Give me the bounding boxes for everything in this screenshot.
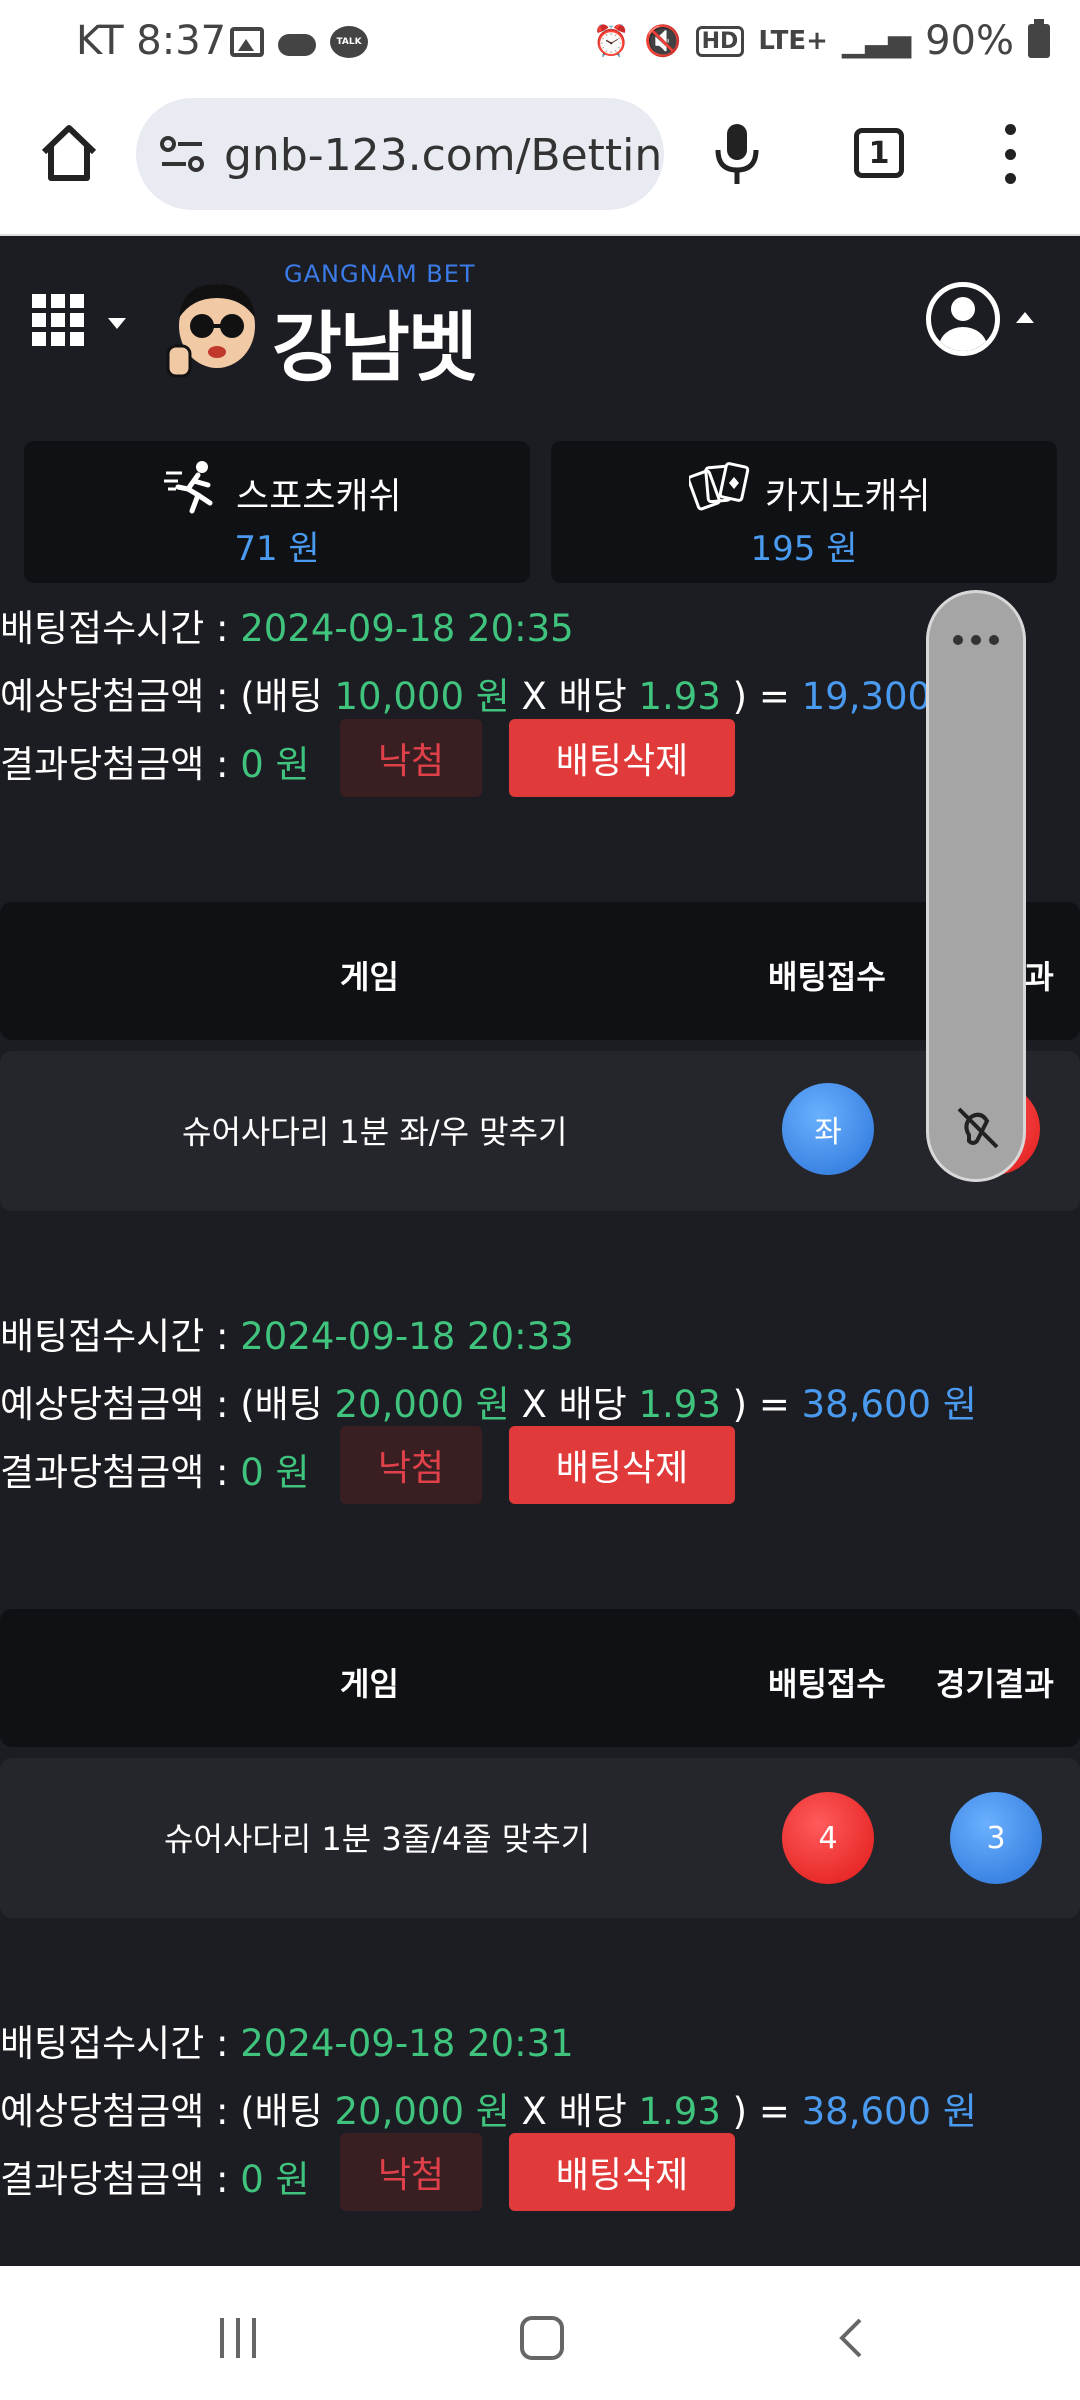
mascot-icon	[166, 284, 255, 378]
loss-badge: 낙첨	[340, 2133, 482, 2211]
cloud-icon	[278, 34, 316, 56]
more-icon[interactable]	[1000, 124, 1020, 184]
status-bar: KT 8:37 TALK ⏰ 🔇 HD LTE+ ▁▃▅ 90%	[0, 0, 1080, 92]
result-amount-row: 결과당첨금액 : 0 원	[0, 1451, 310, 1494]
col-bet: 배팅접수	[768, 958, 886, 996]
loss-badge: 낙첨	[340, 719, 482, 797]
recents-icon[interactable]	[220, 2318, 256, 2358]
nav-home-icon[interactable]	[520, 2316, 564, 2360]
user-caret-icon[interactable]	[1016, 312, 1034, 323]
col-game: 게임	[340, 958, 399, 996]
col-result: 경기결과	[936, 1665, 1054, 1703]
game-name: 슈어사다리 1분 좌/우 맞추기	[182, 1113, 568, 1151]
browser-toolbar: gnb-123.com/Betting 1	[0, 92, 1080, 236]
hd-icon: HD	[695, 25, 745, 57]
sports-cash-value: 71 원	[234, 529, 320, 569]
floating-panel[interactable]	[926, 590, 1026, 1182]
menu-grid-icon[interactable]	[32, 294, 84, 346]
menu-caret-icon[interactable]	[108, 318, 126, 329]
expected-amount-row: 예상당첨금액 : (배팅 20,000 원 X 배당 1.93 ) = 38,6…	[0, 2090, 977, 2133]
game-name: 슈어사다리 1분 3줄/4줄 맞추기	[164, 1820, 591, 1858]
bet-pick-ball: 4	[782, 1792, 874, 1884]
result-amount-row: 결과당첨금액 : 0 원	[0, 2158, 310, 2201]
result-amount-row: 결과당첨금액 : 0 원	[0, 743, 310, 786]
delete-bet-button[interactable]: 배팅삭제	[509, 1426, 735, 1504]
delete-bet-button[interactable]: 배팅삭제	[509, 719, 735, 797]
hide-panel-icon[interactable]	[955, 1105, 1001, 1151]
tabs-icon[interactable]: 1	[854, 128, 904, 178]
sports-runner-icon	[164, 461, 213, 514]
table-row: 슈어사다리 1분 3줄/4줄 맞추기 4 3	[0, 1758, 1080, 1918]
alarm-icon: ⏰	[592, 23, 631, 59]
expected-amount-row: 예상당첨금액 : (배팅 20,000 원 X 배당 1.93 ) = 38,6…	[0, 1383, 977, 1426]
carrier-time: KT 8:37	[76, 18, 227, 64]
bet-time-row: 배팅접수시간 : 2024-09-18 20:35	[0, 607, 574, 650]
sports-cash-box[interactable]: 스포츠캐쉬 71 원	[24, 441, 530, 583]
result-pick-ball: 3	[950, 1792, 1042, 1884]
home-icon[interactable]	[38, 122, 100, 184]
battery-icon	[1028, 19, 1050, 58]
site-header: GANGNAM BET 강남벳	[0, 236, 1080, 406]
signal-icon: ▁▃▅	[841, 23, 912, 59]
casino-cash-label: 카지노캐쉬	[765, 476, 931, 517]
bet-table-header: 게임 배팅접수 경기결과	[0, 902, 1080, 1040]
mute-icon: 🔇	[644, 23, 682, 59]
sports-cash-label: 스포츠캐쉬	[236, 476, 402, 517]
bet-time-row: 배팅접수시간 : 2024-09-18 20:31	[0, 2022, 574, 2065]
mic-icon[interactable]	[712, 122, 762, 186]
system-nav-bar	[0, 2266, 1080, 2400]
notification-icons: TALK	[230, 26, 368, 58]
logo-subtitle: GANGNAM BET	[284, 260, 476, 288]
col-bet: 배팅접수	[768, 1665, 886, 1703]
system-icons: ⏰ 🔇 HD LTE+ ▁▃▅ 90%	[593, 18, 1050, 64]
talk-icon: TALK	[330, 26, 368, 58]
site-info-icon[interactable]	[158, 134, 206, 174]
cards-icon	[689, 462, 750, 511]
back-icon[interactable]	[836, 2316, 866, 2360]
bet-time-row: 배팅접수시간 : 2024-09-18 20:33	[0, 1315, 574, 1358]
address-bar[interactable]: gnb-123.com/Betting	[136, 98, 664, 210]
user-icon[interactable]	[926, 282, 1000, 356]
url-text[interactable]: gnb-123.com/Betting	[224, 130, 664, 181]
loss-badge: 낙첨	[340, 1426, 482, 1504]
casino-cash-value: 195 원	[750, 529, 858, 569]
table-row: 슈어사다리 1분 좌/우 맞추기 좌	[0, 1051, 1080, 1211]
site-logo[interactable]: GANGNAM BET 강남벳	[162, 256, 512, 406]
bet-table-header: 게임 배팅접수 경기결과	[0, 1609, 1080, 1747]
logo-title: 강남벳	[272, 303, 478, 392]
more-dots-icon[interactable]	[953, 635, 999, 645]
network-label: LTE+	[758, 26, 828, 56]
col-game: 게임	[340, 1665, 399, 1703]
gallery-icon	[230, 27, 264, 57]
casino-cash-box[interactable]: 카지노캐쉬 195 원	[551, 441, 1057, 583]
expected-amount-row: 예상당첨금액 : (배팅 10,000 원 X 배당 1.93 ) = 19,3…	[0, 675, 977, 718]
battery-level: 90%	[925, 18, 1014, 64]
bet-pick-ball: 좌	[782, 1083, 874, 1175]
delete-bet-button[interactable]: 배팅삭제	[509, 2133, 735, 2211]
